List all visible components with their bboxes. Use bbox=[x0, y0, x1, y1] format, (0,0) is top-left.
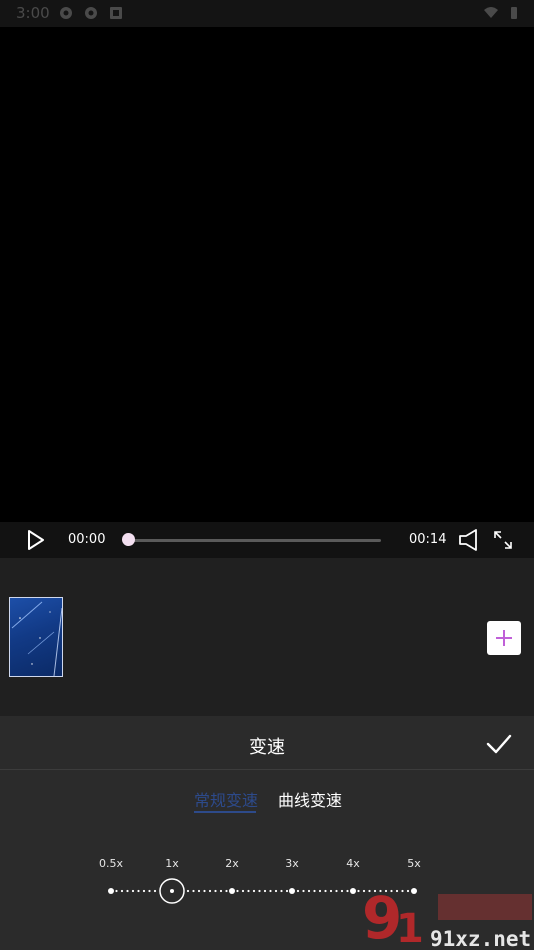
sync-icon bbox=[85, 7, 97, 19]
clip-image bbox=[11, 601, 62, 676]
check-icon[interactable] bbox=[485, 730, 513, 758]
speed-label-2x: 2x bbox=[225, 857, 239, 870]
speed-label-3x: 3x bbox=[285, 857, 299, 870]
play-icon[interactable] bbox=[26, 530, 46, 550]
playback-controls: 00:00 00:14 bbox=[0, 522, 534, 558]
svg-text:1: 1 bbox=[396, 906, 424, 950]
current-time: 00:00 bbox=[68, 532, 106, 547]
total-time: 00:14 bbox=[409, 532, 447, 547]
slider-handle-dot bbox=[170, 889, 174, 893]
slider-tick-2x bbox=[229, 888, 235, 894]
clip-timeline bbox=[0, 558, 534, 716]
tab-curve-speed[interactable]: 曲线变速 bbox=[278, 787, 342, 811]
status-time: 3:00 bbox=[16, 4, 50, 22]
add-clip-button[interactable] bbox=[487, 621, 521, 655]
slider-tick-3x bbox=[289, 888, 295, 894]
watermark-logo: 9 1 91xz.net bbox=[362, 884, 532, 950]
video-preview[interactable] bbox=[0, 27, 534, 522]
speed-label-1x: 1x bbox=[165, 857, 179, 870]
status-bar: 3:00 bbox=[0, 0, 534, 27]
speed-label-5x: 5x bbox=[407, 857, 421, 870]
wifi-icon bbox=[484, 7, 498, 18]
volume-icon[interactable] bbox=[458, 529, 482, 551]
fullscreen-icon[interactable] bbox=[493, 530, 513, 550]
speed-label-0-5x: 0.5x bbox=[98, 857, 124, 870]
plus-icon bbox=[496, 630, 512, 646]
battery-icon bbox=[511, 7, 517, 19]
slider-tick-0-5x bbox=[108, 888, 114, 894]
speed-label-4x: 4x bbox=[346, 857, 360, 870]
tab-regular-speed[interactable]: 常规变速 bbox=[194, 787, 258, 811]
progress-thumb[interactable] bbox=[122, 533, 135, 546]
active-tab-indicator bbox=[194, 811, 256, 813]
sync-icon bbox=[60, 7, 72, 19]
divider bbox=[0, 769, 534, 770]
video-clip-thumbnail[interactable] bbox=[9, 597, 63, 677]
notification-icon bbox=[110, 7, 122, 19]
slider-tick-4x bbox=[350, 888, 356, 894]
watermark-text: 91xz.net bbox=[430, 927, 531, 950]
progress-track[interactable] bbox=[128, 539, 381, 542]
panel-title: 变速 bbox=[249, 737, 285, 758]
